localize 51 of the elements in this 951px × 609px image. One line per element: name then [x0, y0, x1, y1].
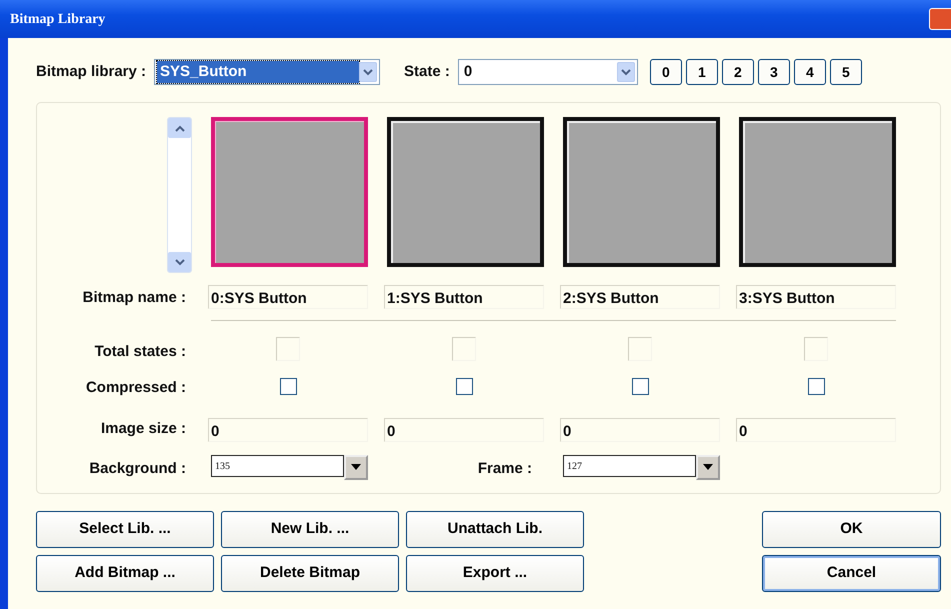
name-field[interactable]: 2:SYS Button [560, 285, 720, 309]
checkbox[interactable] [456, 378, 472, 395]
total-states-field[interactable] [276, 336, 300, 360]
checkbox[interactable] [280, 378, 296, 395]
image-size-field[interactable]: 0 [736, 418, 896, 442]
frame-field[interactable]: 127 [563, 454, 696, 476]
state-button[interactable]: 4 [794, 59, 826, 85]
image-size-field[interactable]: 0 [560, 418, 720, 442]
total-states-field[interactable] [628, 336, 652, 360]
checkbox[interactable] [808, 378, 824, 395]
window-title: Bitmap Library [10, 10, 106, 28]
bitmap-thumbnail[interactable] [387, 117, 544, 267]
image-size-field[interactable]: 0 [208, 418, 368, 442]
state-button[interactable]: 0 [650, 59, 682, 85]
state-dropdown[interactable]: 0 [458, 59, 638, 85]
dialog-button[interactable]: Export ... [406, 555, 584, 592]
scroll-up-icon[interactable] [168, 118, 191, 138]
checkbox[interactable] [632, 378, 648, 395]
total-states-field[interactable] [452, 336, 476, 360]
dialog-button[interactable]: Add Bitmap ... [36, 555, 214, 592]
name-field[interactable]: 0:SYS Button [208, 285, 368, 309]
background-field[interactable]: 135 [211, 454, 344, 476]
close-button[interactable] [929, 8, 951, 30]
row-label: Bitmap name : [82, 288, 187, 308]
state-button[interactable]: 3 [758, 59, 790, 85]
state-button[interactable]: 2 [722, 59, 754, 85]
state-button[interactable]: 5 [830, 59, 862, 85]
state-button[interactable]: 1 [686, 59, 718, 85]
row-label: Image size : [100, 418, 187, 438]
dialog-button[interactable]: Cancel [762, 555, 941, 592]
row-label: Background : [88, 458, 187, 478]
row-label: Total states : [94, 342, 187, 362]
field-label: Bitmap library : [36, 62, 146, 82]
row-label: Compressed : [84, 378, 187, 398]
dialog-button[interactable]: Delete Bitmap [221, 555, 399, 592]
scroll-down-icon[interactable] [168, 252, 191, 272]
bitmap-thumbnail[interactable] [739, 117, 896, 267]
name-field[interactable]: 3:SYS Button [736, 285, 896, 309]
bitmap-thumbnail[interactable] [211, 117, 368, 267]
library-dropdown[interactable]: SYS_Button [154, 59, 380, 85]
row-label: Frame : [476, 458, 533, 478]
dialog-button[interactable]: New Lib. ... [221, 511, 399, 548]
dialog-button[interactable]: OK [762, 511, 941, 548]
name-field[interactable]: 1:SYS Button [384, 285, 544, 309]
field-label: State : [404, 62, 450, 82]
scrollbar[interactable] [167, 117, 192, 273]
dialog-button[interactable]: Select Lib. ... [36, 511, 214, 548]
bitmap-thumbnail[interactable] [563, 117, 720, 267]
total-states-field[interactable] [804, 336, 828, 360]
dialog-button[interactable]: Unattach Lib. [406, 511, 584, 548]
image-size-field[interactable]: 0 [384, 418, 544, 442]
